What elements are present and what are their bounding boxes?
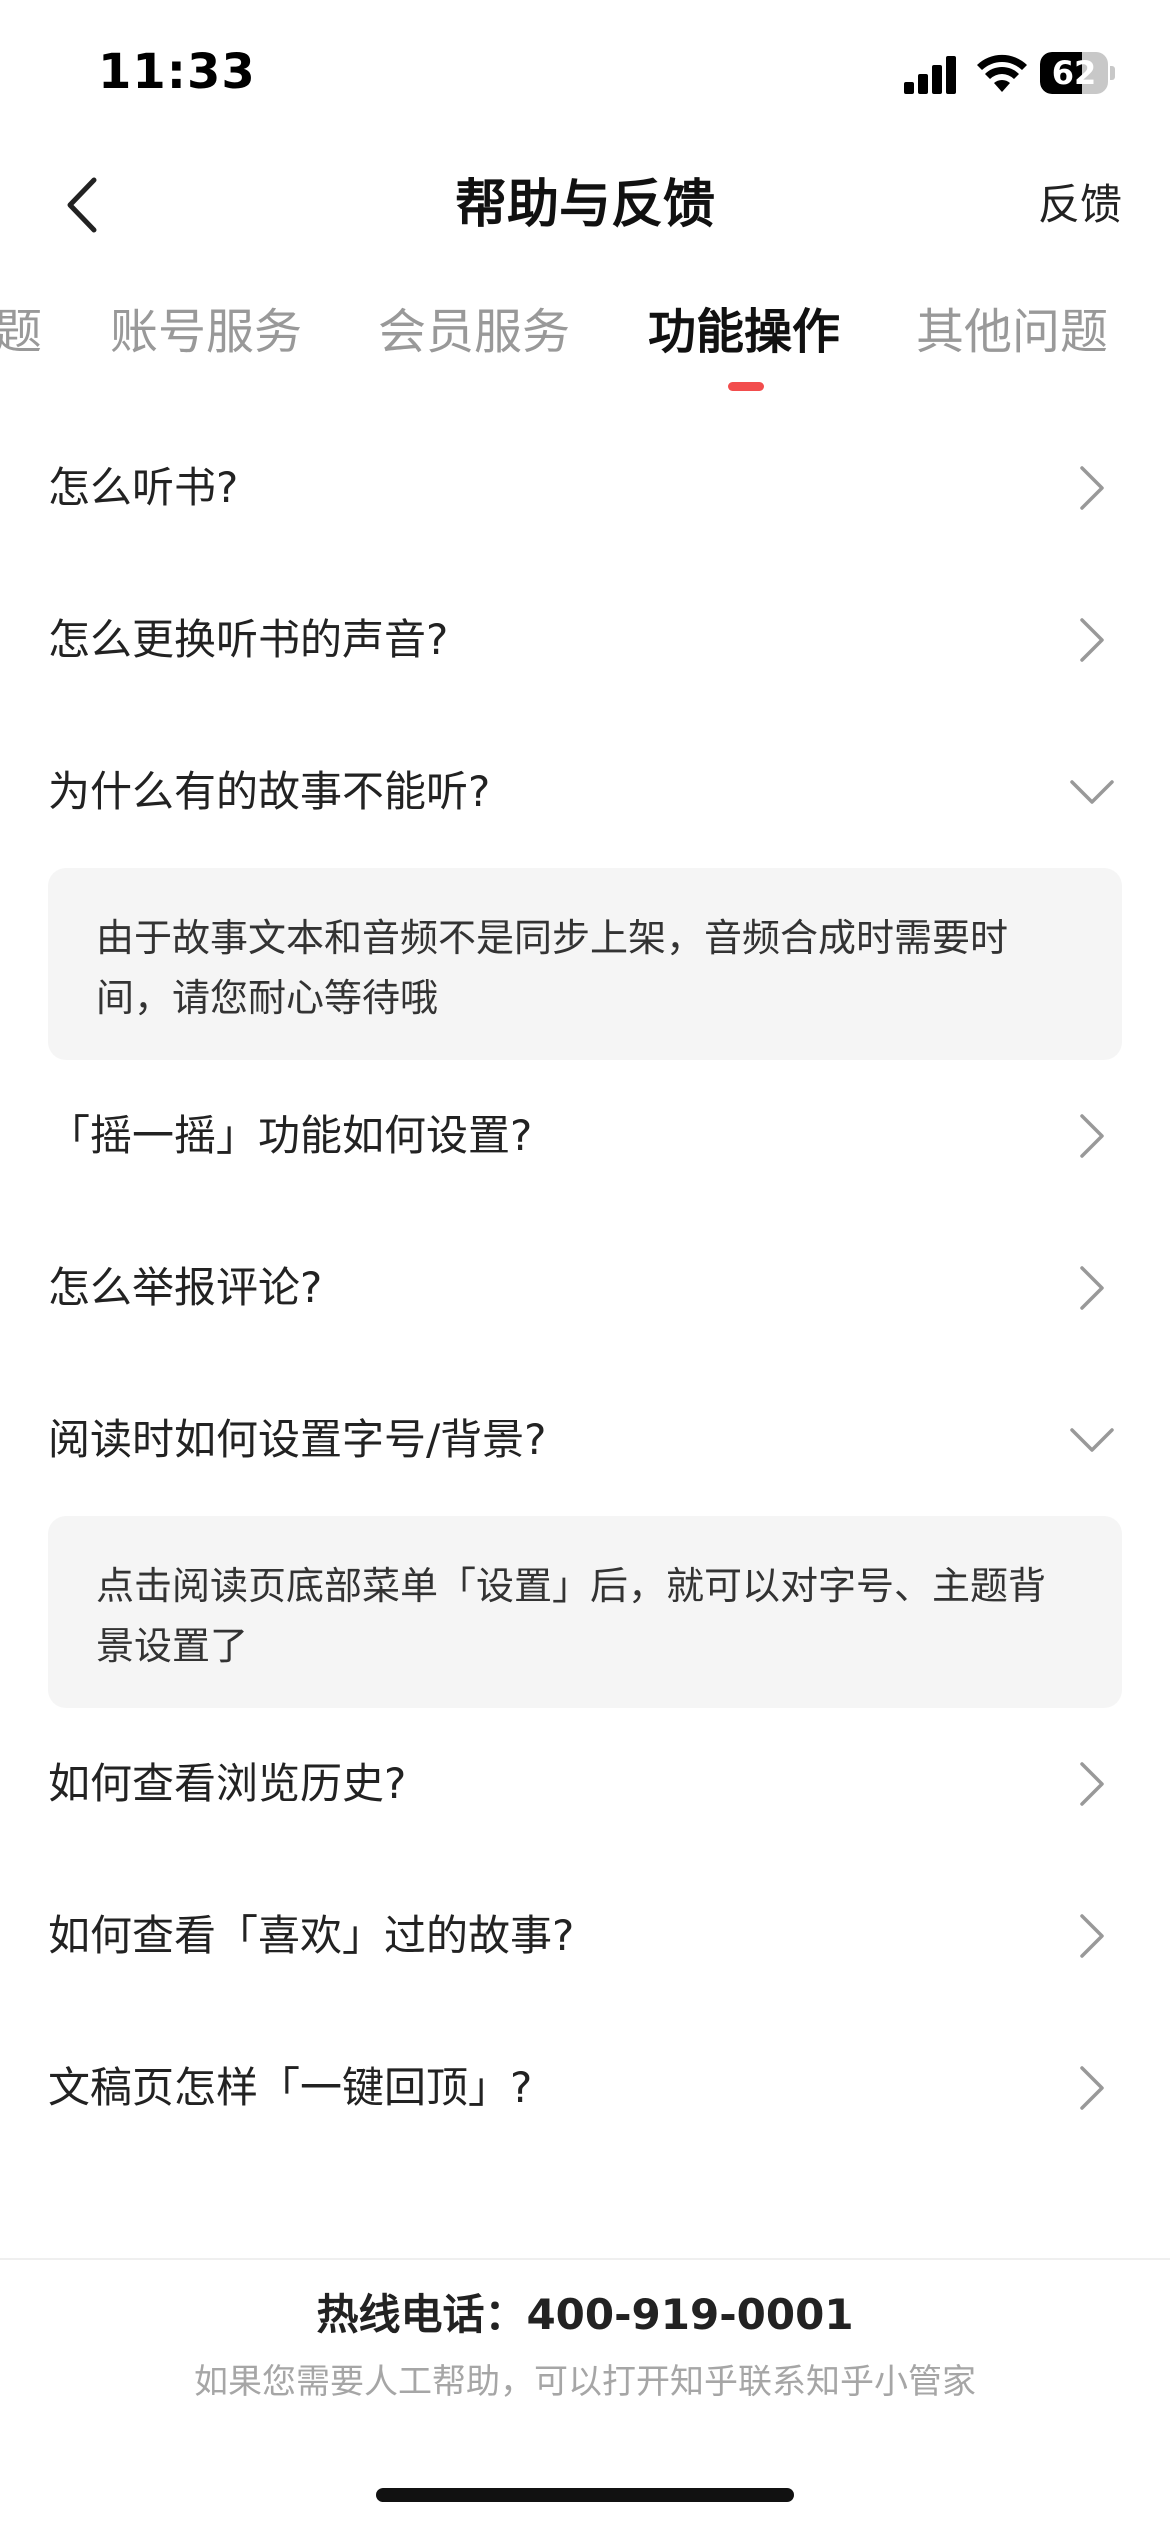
chevron-right-icon <box>1080 1762 1104 1806</box>
faq-item[interactable]: 文稿页怎样「一键回顶」? <box>0 2012 1170 2164</box>
faq-question: 怎么举报评论? <box>48 1263 323 1312</box>
chevron-right-icon <box>1080 618 1104 662</box>
faq-list: 怎么听书? 怎么更换听书的声音? 为什么有的故事不能听? 由于故事文本和音频不是… <box>0 412 1170 2164</box>
faq-question: 「摇一摇」功能如何设置? <box>48 1111 533 1160</box>
chevron-right-icon <box>1080 466 1104 510</box>
tab-membership-service[interactable]: 会员服务 <box>378 282 570 382</box>
faq-question: 如何查看浏览历史? <box>48 1759 407 1808</box>
faq-item[interactable]: 怎么更换听书的声音? <box>0 564 1170 716</box>
manual-help-text: 如果您需要人工帮助，可以打开知乎联系知乎小管家 <box>194 2362 976 2402</box>
faq-item[interactable]: 为什么有的故事不能听? <box>0 716 1170 868</box>
category-tabs: 题 账号服务 会员服务 功能操作 其他问题 <box>0 282 1170 392</box>
chevron-down-icon <box>1070 780 1114 804</box>
hotline-phone[interactable]: 热线电话：400-919-0001 <box>0 2280 1170 2350</box>
tab-other-partial[interactable]: 题 <box>0 282 42 382</box>
chevron-right-icon <box>1080 2066 1104 2110</box>
faq-question: 怎么更换听书的声音? <box>48 615 449 664</box>
feedback-button[interactable]: 反馈 <box>1038 150 1122 260</box>
active-tab-indicator <box>728 382 764 391</box>
faq-item[interactable]: 如何查看浏览历史? <box>0 1708 1170 1860</box>
nav-bar: 帮助与反馈 反馈 <box>0 150 1170 260</box>
tab-other-questions[interactable]: 其他问题 <box>916 282 1108 382</box>
wifi-icon <box>977 54 1027 92</box>
chevron-right-icon <box>1080 1114 1104 1158</box>
faq-item[interactable]: 「摇一摇」功能如何设置? <box>0 1060 1170 1212</box>
faq-question: 文稿页怎样「一键回顶」? <box>48 2063 533 2112</box>
help-feedback-page: 11:33 62 帮助与反馈 反馈 题 账号服务 会员服务 功能操作 其他问题 … <box>0 0 1170 2532</box>
faq-item[interactable]: 怎么举报评论? <box>0 1212 1170 1364</box>
cellular-signal-icon <box>904 56 956 94</box>
chevron-right-icon <box>1080 1266 1104 1310</box>
faq-item[interactable]: 怎么听书? <box>0 412 1170 564</box>
faq-answer: 点击阅读页底部菜单「设置」后，就可以对字号、主题背景设置了 <box>48 1516 1122 1708</box>
status-time: 11:33 <box>98 44 256 100</box>
battery-level: 62 <box>1051 54 1097 92</box>
faq-question: 为什么有的故事不能听? <box>48 767 491 816</box>
battery-icon: 62 <box>1040 52 1115 94</box>
page-title: 帮助与反馈 <box>454 175 715 235</box>
faq-question: 阅读时如何设置字号/背景? <box>48 1415 547 1464</box>
chevron-down-icon <box>1070 1428 1114 1452</box>
tab-feature-operation[interactable]: 功能操作 <box>648 282 840 382</box>
faq-answer: 由于故事文本和音频不是同步上架，音频合成时需要时间，请您耐心等待哦 <box>48 868 1122 1060</box>
footer-divider <box>0 2258 1170 2260</box>
status-bar: 11:33 62 <box>0 0 1170 140</box>
faq-item[interactable]: 如何查看「喜欢」过的故事? <box>0 1860 1170 2012</box>
faq-question: 如何查看「喜欢」过的故事? <box>48 1911 575 1960</box>
home-indicator[interactable] <box>376 2488 794 2502</box>
faq-question: 怎么听书? <box>48 463 239 512</box>
chevron-right-icon <box>1080 1914 1104 1958</box>
faq-item[interactable]: 阅读时如何设置字号/背景? <box>0 1364 1170 1516</box>
tab-account-service[interactable]: 账号服务 <box>110 282 302 382</box>
